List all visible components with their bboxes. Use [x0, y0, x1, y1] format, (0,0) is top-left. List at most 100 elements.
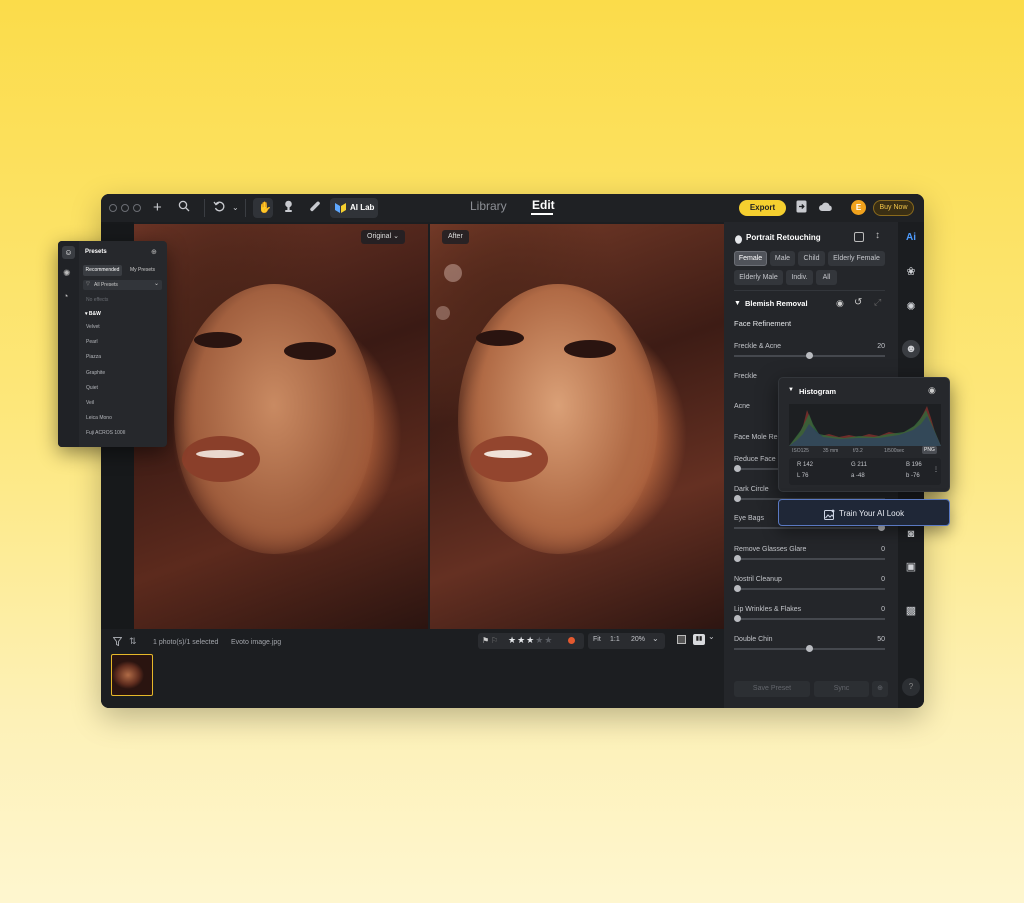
visibility-eye-icon[interactable]: ◉	[836, 298, 844, 309]
bw-group-header[interactable]: ▾ B&W	[85, 311, 101, 317]
search-icon[interactable]	[178, 200, 190, 216]
param-value[interactable]: 20	[877, 343, 885, 350]
ai-lab-button[interactable]: AI Lab	[330, 198, 378, 218]
param-slider[interactable]	[734, 615, 885, 622]
slider-knob[interactable]	[806, 645, 813, 652]
tab-library[interactable]: Library	[470, 199, 507, 213]
view-chevron-icon[interactable]: ⌄	[708, 632, 715, 641]
preset-item[interactable]: Velvet	[86, 324, 100, 330]
star-icon[interactable]: ★	[508, 635, 517, 645]
chip-elderly-male[interactable]: Elderly Male	[734, 270, 783, 285]
fit-button[interactable]: Fit	[593, 636, 601, 643]
folder-settings-icon[interactable]: ▣	[904, 560, 918, 574]
histogram-eye-icon[interactable]: ◉	[928, 385, 936, 396]
chip-child[interactable]: Child	[798, 251, 825, 266]
preset-item[interactable]: Veil	[86, 400, 94, 406]
presets-filter-select[interactable]: ▽ All Presets ⌄	[83, 280, 162, 290]
sync-options-icon[interactable]: ⊕	[872, 681, 888, 697]
chip-female[interactable]: Female	[734, 251, 767, 266]
focus-mode-icon[interactable]	[854, 232, 864, 242]
buy-now-button[interactable]: Buy Now	[873, 200, 914, 216]
original-tag[interactable]: Original ⌄	[361, 230, 405, 244]
param-value[interactable]: 50	[877, 636, 885, 643]
user-avatar[interactable]: E	[851, 200, 866, 215]
reset-icon[interactable]: ↺	[854, 297, 862, 308]
stamp-icon[interactable]	[283, 200, 294, 217]
expand-icon[interactable]: ↕	[875, 230, 880, 241]
chip-all[interactable]: All	[816, 270, 837, 285]
slider-knob[interactable]	[734, 555, 741, 562]
undo-history-chevron-icon[interactable]: ⌄	[232, 200, 239, 216]
star-icon[interactable]: ★	[526, 635, 535, 645]
help-icon[interactable]: ?	[902, 678, 920, 696]
palette-icon[interactable]: ❀	[904, 265, 918, 279]
tab-my-presets[interactable]: My Presets	[123, 265, 162, 276]
chip-individual[interactable]: Indiv.	[786, 270, 813, 285]
zoom-level-select[interactable]: 20%	[631, 636, 645, 643]
preset-item[interactable]: Leica Mono	[86, 415, 112, 421]
more-options-icon[interactable]: ⋮	[933, 466, 939, 473]
window-close-dot[interactable]	[109, 204, 117, 212]
histogram-collapse-icon[interactable]: ▼	[788, 387, 794, 393]
ai-icon[interactable]: Ai	[904, 231, 918, 245]
star-icon[interactable]: ★	[535, 635, 544, 645]
one-to-one-button[interactable]: 1:1	[610, 636, 620, 643]
undo-icon[interactable]	[213, 200, 226, 217]
presets-person-icon[interactable]: ☺	[62, 246, 75, 259]
slider-knob[interactable]	[734, 465, 741, 472]
param-slider[interactable]	[734, 352, 885, 359]
filmstrip-thumbnail[interactable]	[111, 654, 153, 696]
sync-button[interactable]: Sync	[814, 681, 869, 697]
zoom-chevron-icon[interactable]: ⌄	[652, 634, 659, 643]
star-rating[interactable]: ★★★★★	[508, 635, 553, 646]
slider-knob[interactable]	[734, 615, 741, 622]
bookmark-face-icon[interactable]: ▩	[904, 604, 918, 618]
slider-knob[interactable]	[806, 352, 813, 359]
slider-knob[interactable]	[734, 585, 741, 592]
tab-edit[interactable]: Edit	[532, 198, 555, 212]
window-minimize-dot[interactable]	[121, 204, 129, 212]
original-photo[interactable]: Original ⌄	[134, 224, 428, 629]
add-icon[interactable]: +	[153, 200, 162, 216]
star-icon[interactable]: ★	[544, 635, 553, 645]
color-label-dot[interactable]	[568, 637, 575, 644]
window-zoom-dot[interactable]	[133, 204, 141, 212]
reject-flag-icon[interactable]: ⚐	[491, 636, 498, 645]
preset-item[interactable]: Fuji ACROS 100II	[86, 430, 125, 436]
param-slider[interactable]	[734, 555, 885, 562]
chip-male[interactable]: Male	[770, 251, 795, 266]
camera-icon[interactable]: ◙	[904, 527, 918, 541]
preset-item[interactable]: Piazza	[86, 354, 101, 360]
cloud-sync-icon[interactable]	[818, 200, 833, 216]
presets-history-icon[interactable]: ◔	[63, 291, 68, 301]
compare-view-icon[interactable]: ▮▮	[693, 634, 705, 645]
train-ai-look-button[interactable]: Train Your AI Look	[778, 499, 950, 526]
brush-icon[interactable]	[308, 200, 321, 217]
param-slider[interactable]	[734, 645, 885, 652]
presets-add-icon[interactable]: ⊕	[151, 248, 157, 256]
param-value[interactable]: 0	[881, 576, 885, 583]
face-retouch-icon[interactable]: ☻	[902, 340, 920, 358]
preset-item[interactable]: Quiet	[86, 385, 98, 391]
magic-wand-icon[interactable]: ⤢	[874, 297, 881, 308]
param-slider[interactable]	[734, 524, 885, 531]
slider-knob[interactable]	[734, 495, 741, 502]
preset-item[interactable]: Graphite	[86, 370, 105, 376]
single-view-icon[interactable]	[677, 635, 686, 644]
sort-icon[interactable]: ⇅	[129, 636, 137, 647]
param-slider[interactable]	[734, 585, 885, 592]
texture-icon[interactable]: ✺	[904, 300, 918, 314]
export-file-icon[interactable]	[796, 200, 807, 217]
flag-icon[interactable]: ⚑	[482, 636, 489, 645]
collapse-triangle-icon[interactable]: ▼	[734, 300, 741, 307]
star-icon[interactable]: ★	[517, 635, 526, 645]
presets-effects-icon[interactable]: ✺	[63, 268, 71, 279]
param-value[interactable]: 0	[881, 546, 885, 553]
chip-elderly-female[interactable]: Elderly Female	[828, 251, 885, 266]
preset-item[interactable]: Pearl	[86, 339, 98, 345]
param-value[interactable]: 0	[881, 606, 885, 613]
tab-recommended[interactable]: Recommended	[83, 265, 122, 276]
save-preset-button[interactable]: Save Preset	[734, 681, 810, 697]
export-button[interactable]: Export	[739, 200, 786, 216]
after-photo[interactable]: After	[430, 224, 725, 629]
